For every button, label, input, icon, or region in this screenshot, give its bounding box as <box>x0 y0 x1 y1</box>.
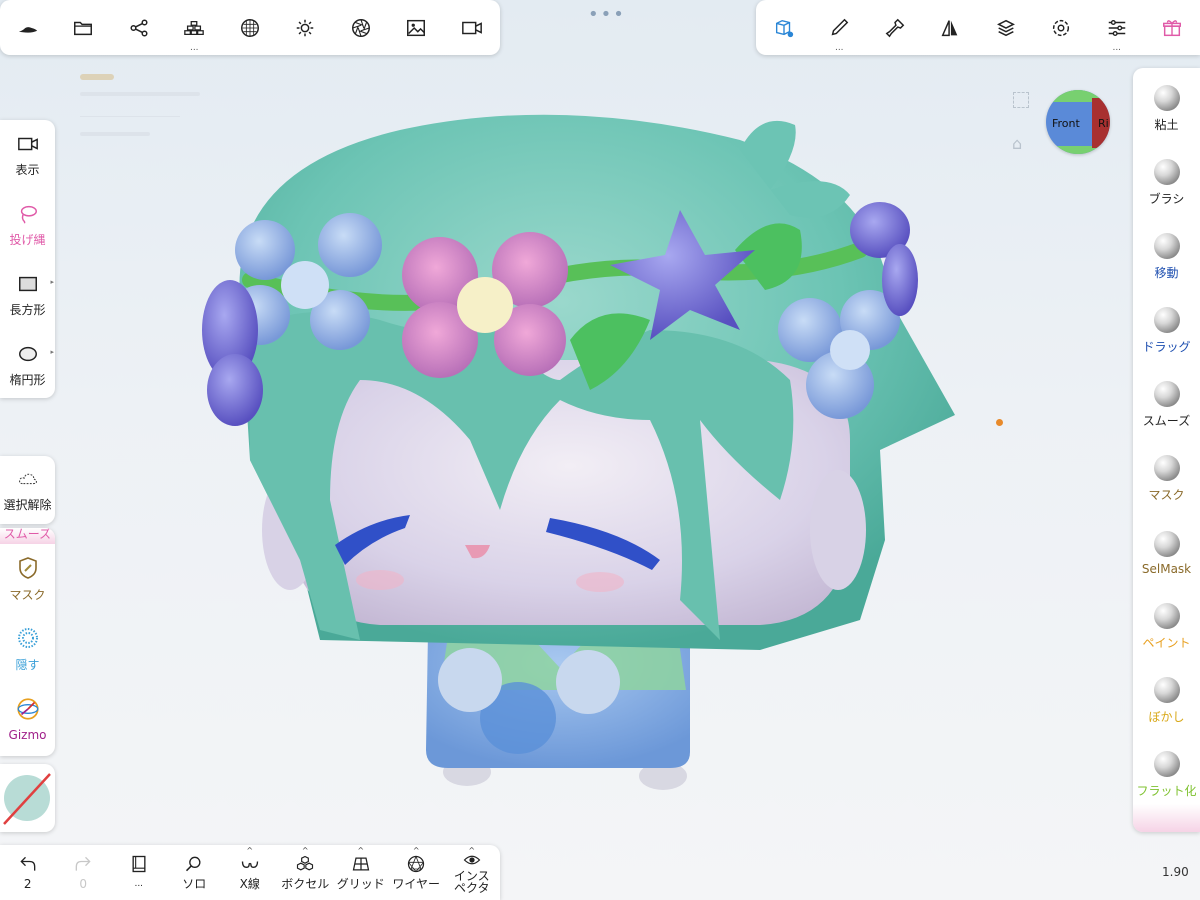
caret-up-icon: ^ <box>301 845 309 855</box>
tool-ball-icon <box>1153 381 1180 407</box>
sculpt-tool-label: ドラッグ <box>1142 340 1191 354</box>
sculpt-tool-label: SelMask <box>1141 561 1192 576</box>
sculpt-tool-3[interactable]: ドラッグ <box>1133 294 1200 368</box>
pivot-point[interactable] <box>996 419 1003 426</box>
zoom-level: 1.90 <box>1162 865 1189 879</box>
grid-label: グリッド <box>336 877 385 891</box>
tool-ball-icon <box>1153 233 1180 259</box>
caret-up-icon: ^ <box>412 845 420 855</box>
sculpt-tool-1[interactable]: ブラシ <box>1133 146 1200 220</box>
voxel-label: ボクセル <box>281 877 330 891</box>
tool-ball-icon <box>1153 455 1180 481</box>
wireframe-label: ワイヤー <box>392 877 441 891</box>
solo-label: ソロ <box>182 877 207 891</box>
model-right-ear <box>810 470 866 590</box>
tool-list-fade <box>1133 804 1200 832</box>
sculpt-tool-label: ブラシ <box>1148 192 1185 206</box>
sculpt-tool-panel: 粘土ブラシ移動ドラッグスムーズマスク SelMask ペイントぼかしフラット化 <box>1133 68 1200 832</box>
model-left-hand <box>438 648 502 712</box>
undo-count: 2 <box>23 877 32 891</box>
sculpt-tool-8[interactable]: ぼかし <box>1133 664 1200 738</box>
model-right-hand <box>556 650 620 714</box>
undo-icon <box>20 856 36 871</box>
home-icon[interactable]: ⌂ <box>1012 136 1022 152</box>
book-button[interactable]: ... <box>111 845 167 900</box>
redo-icon <box>75 856 91 871</box>
sculpt-tool-label: マスク <box>1148 488 1185 502</box>
tool-ball-icon <box>1153 159 1180 185</box>
tool-ball-icon <box>1153 307 1180 333</box>
sculpt-tool-5[interactable]: マスク <box>1133 442 1200 516</box>
xray-glasses-icon <box>241 861 258 869</box>
sculpt-tool-label: ペイント <box>1142 636 1191 650</box>
search-icon <box>186 856 201 872</box>
sculpt-tool-4[interactable]: スムーズ <box>1133 368 1200 442</box>
sculpt-tool-0[interactable]: 粘土 <box>1133 72 1200 146</box>
sculpt-tool-list: 粘土ブラシ移動ドラッグスムーズマスク SelMask ペイントぼかしフラット化 <box>1133 68 1200 812</box>
voxel-button[interactable]: ^ ボクセル <box>278 845 334 900</box>
sculpt-tool-2[interactable]: 移動 <box>1133 220 1200 294</box>
inspector-button[interactable]: ^ インスペクタ <box>444 845 500 900</box>
tool-ball-icon <box>1153 677 1180 703</box>
redo-button[interactable]: 0 <box>56 845 112 900</box>
grid-button[interactable]: ^ グリッド <box>333 845 389 900</box>
frame-icon[interactable] <box>1013 92 1029 108</box>
tool-ball-icon <box>1153 751 1180 777</box>
xray-label: X線 <box>239 877 260 891</box>
model-left-cheek <box>356 570 404 590</box>
tool-ball-icon <box>1153 530 1180 557</box>
caret-up-icon: ^ <box>246 845 254 855</box>
sculpt-tool-6[interactable]: SelMask <box>1133 516 1200 590</box>
bottom-toolbar: 2 0 ... ソロ ^ X線 ^ ボクセル ^ グリッド ^ ワイヤー ^ イ… <box>0 845 500 900</box>
sculpt-tool-9[interactable]: フラット化 <box>1133 738 1200 812</box>
view-cube-front-label: Front <box>1052 117 1080 130</box>
grid-icon <box>352 857 370 871</box>
solo-button[interactable]: ソロ <box>167 845 223 900</box>
xray-button[interactable]: ^ X線 <box>222 845 278 900</box>
wireframe-button[interactable]: ^ ワイヤー <box>389 845 445 900</box>
view-cube[interactable]: Front Ri <box>1046 90 1110 154</box>
sculpt-tool-label: スムーズ <box>1142 414 1191 428</box>
tool-ball-icon <box>1153 603 1180 629</box>
sculpt-tool-label: 移動 <box>1154 266 1179 280</box>
book-more: ... <box>134 879 144 889</box>
caret-up-icon: ^ <box>357 845 365 855</box>
wire-icon <box>408 855 425 873</box>
sculpt-tool-label: 粘土 <box>1154 118 1179 132</box>
tool-ball-icon <box>1153 85 1180 111</box>
undo-button[interactable]: 2 <box>0 845 56 900</box>
view-cube-right-label: Ri <box>1098 117 1109 130</box>
sculpt-tool-label: ぼかし <box>1148 710 1185 724</box>
voxel-icon <box>297 855 314 871</box>
caret-up-icon: ^ <box>468 845 476 855</box>
inspector-label: インスペクタ <box>453 869 490 895</box>
sculpt-tool-7[interactable]: ペイント <box>1133 590 1200 664</box>
redo-count: 0 <box>79 877 88 891</box>
sculpt-tool-label: フラット化 <box>1136 784 1197 798</box>
book-icon <box>132 855 146 873</box>
model-right-cheek <box>576 572 624 592</box>
